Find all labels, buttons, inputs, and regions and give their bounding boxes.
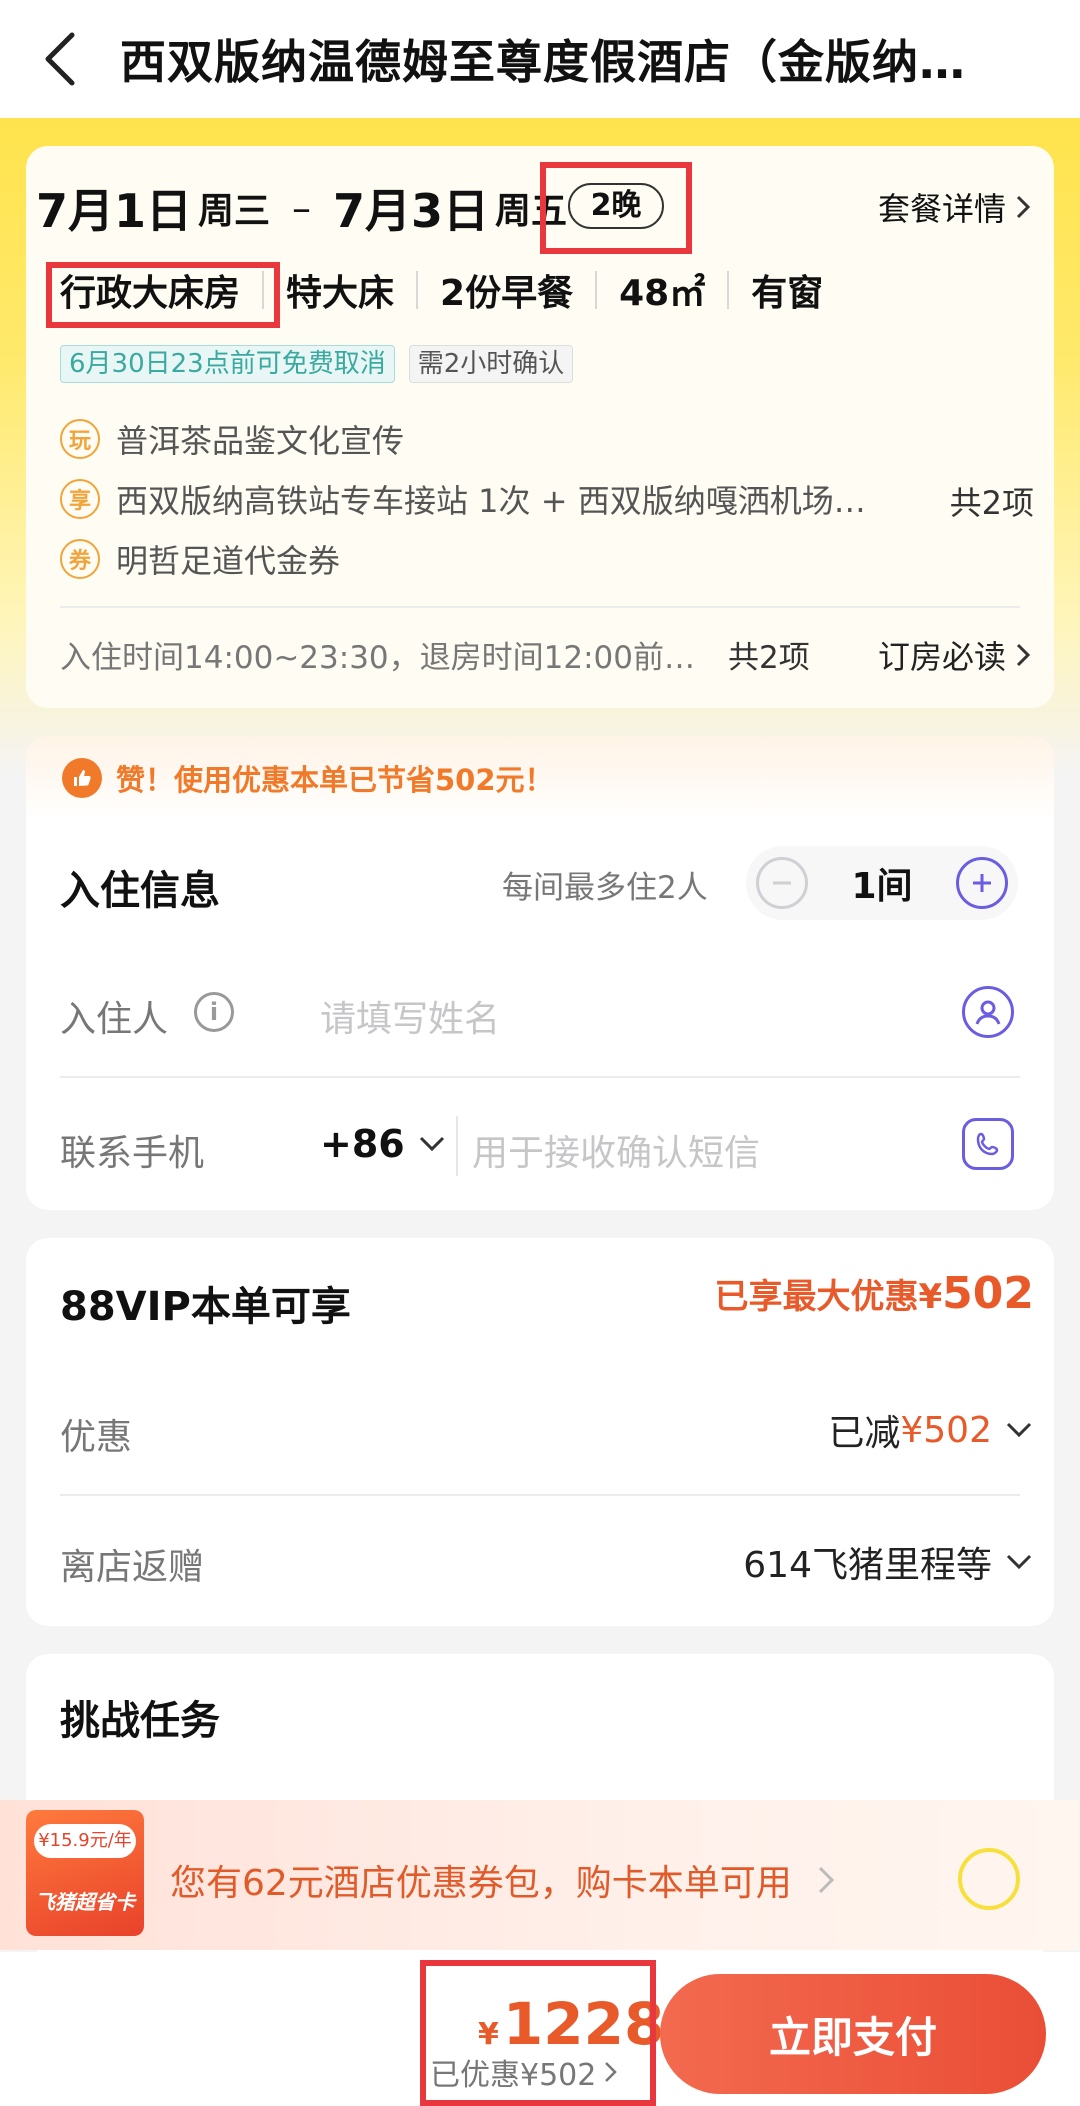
divider: [60, 606, 1020, 608]
max-guests-note: 每间最多住2人: [502, 870, 708, 906]
bed-type: 特大床: [286, 273, 395, 314]
rebate-row[interactable]: 614飞猪里程等: [743, 1536, 1034, 1588]
chevron-right-icon: [1016, 195, 1031, 219]
increase-button[interactable]: [956, 857, 1008, 909]
decrease-button[interactable]: [756, 857, 808, 909]
perk-item: 享 西双版纳高铁站专车接站 1次 + 西双版纳嘎洒机场…: [60, 476, 866, 522]
rebate-label: 离店返赠: [60, 1547, 205, 1588]
perk-text: 明哲足道代金券: [116, 542, 341, 580]
chevron-down-icon: [419, 1136, 444, 1152]
chevron-right-icon: [818, 1866, 834, 1894]
checkin-day: 周三: [198, 191, 271, 232]
enjoy-icon: 享: [60, 479, 100, 519]
phone-label: 联系手机: [60, 1133, 205, 1174]
package-detail-link[interactable]: 套餐详情: [878, 184, 1034, 230]
discount-label: 优惠: [60, 1417, 133, 1458]
perk-item: 玩 普洱茶品鉴文化宣传: [60, 416, 404, 462]
divider: [416, 271, 419, 309]
stay-dates[interactable]: 7月1日 周三 – 7月3日 周五: [36, 180, 567, 238]
discount-value: ¥502: [900, 1409, 992, 1451]
divider: [727, 271, 730, 309]
chevron-down-icon: [1006, 1554, 1032, 1570]
checkout-date: 7月3日: [333, 184, 490, 238]
saver-card-name: 飞猪超省卡: [35, 1890, 135, 1914]
room-type-highlight: [46, 262, 280, 328]
vip-title: 88VIP本单可享: [60, 1284, 351, 1330]
guest-name-input[interactable]: 请填写姓名: [320, 990, 500, 1042]
room-area: 48㎡: [619, 273, 706, 314]
chevron-down-icon: [1006, 1422, 1032, 1438]
chevron-left-icon: [45, 32, 75, 86]
notice-count[interactable]: 共2项: [728, 632, 810, 677]
thumbs-up-icon: [62, 758, 102, 798]
promo-text-row[interactable]: 您有62元酒店优惠券包，购卡本单可用: [170, 1854, 838, 1906]
checkin-notice: 入住时间14:00~23:30，退房时间12:00前…: [60, 640, 695, 676]
vip-max-prefix: 已享最大优惠¥: [714, 1277, 943, 1317]
task-title: 挑战任务: [60, 1698, 220, 1744]
play-icon: 玩: [60, 419, 100, 459]
country-code: +86: [320, 1122, 405, 1166]
discount-prefix: 已减: [828, 1413, 901, 1454]
saver-card-price: ¥15.9元/年: [34, 1824, 136, 1858]
savings-banner: 赞！使用优惠本单已节省502元！: [26, 736, 1054, 820]
perk-count[interactable]: 共2项: [950, 478, 1034, 524]
back-button[interactable]: [0, 0, 120, 118]
top-bar: 西双版纳温德姆至尊度假酒店（金版纳…: [0, 0, 1080, 118]
divider: [595, 271, 598, 309]
room-count: 1间: [851, 866, 913, 907]
savings-text: 赞！使用优惠本单已节省502元！: [116, 763, 554, 797]
plus-icon: [973, 874, 991, 892]
vip-max-amount: 502: [942, 1268, 1034, 1319]
guest-section-title: 入住信息: [60, 868, 220, 914]
pay-now-button[interactable]: 立即支付: [660, 1974, 1046, 2094]
page-title: 西双版纳温德姆至尊度假酒店（金版纳…: [120, 35, 966, 89]
info-icon[interactable]: i: [194, 992, 234, 1032]
free-cancel-tag: 6月30日23点前可免费取消: [60, 345, 395, 383]
discount-row[interactable]: 已减 ¥502: [828, 1404, 1034, 1456]
must-read-label: 订房必读: [877, 638, 1006, 676]
guest-name-label: 入住人: [60, 999, 169, 1040]
policy-tags: 6月30日23点前可免费取消 需2小时确认: [60, 345, 574, 383]
coupon-icon: 券: [60, 539, 100, 579]
phone-book-icon[interactable]: [962, 1118, 1014, 1170]
divider: [60, 1494, 1020, 1496]
price-highlight: [420, 1960, 656, 2106]
contact-picker-icon[interactable]: [962, 986, 1014, 1038]
promo-text: 您有62元酒店优惠券包，购卡本单可用: [170, 1863, 792, 1904]
divider: [456, 1116, 458, 1176]
saver-card-logo: ¥15.9元/年 飞猪超省卡: [26, 1810, 144, 1936]
divider: [60, 1076, 1020, 1078]
perk-text: 普洱茶品鉴文化宣传: [116, 422, 405, 460]
promo-radio[interactable]: [958, 1848, 1020, 1910]
phone-input[interactable]: 用于接收确认短信: [472, 1124, 760, 1176]
rebate-value: 614飞猪里程等: [743, 1545, 992, 1586]
perk-text: 西双版纳高铁站专车接站 1次 + 西双版纳嘎洒机场…: [116, 482, 866, 520]
country-code-select[interactable]: +86: [320, 1122, 447, 1166]
date-separator: –: [292, 186, 312, 230]
vip-max-discount: 已享最大优惠¥502: [714, 1268, 1034, 1319]
minus-icon: [773, 881, 791, 885]
package-detail-label: 套餐详情: [877, 190, 1006, 228]
chevron-right-icon: [1016, 643, 1031, 667]
must-read-link[interactable]: 订房必读: [878, 632, 1034, 678]
checkin-date: 7月1日: [36, 184, 193, 238]
breakfast: 2份早餐: [440, 273, 574, 314]
room-count-stepper[interactable]: 1间: [746, 846, 1018, 920]
window-info: 有窗: [751, 273, 824, 314]
confirm-time-tag: 需2小时确认: [408, 345, 574, 383]
perk-item: 券 明哲足道代金券: [60, 536, 340, 582]
nights-highlight: [540, 162, 692, 254]
